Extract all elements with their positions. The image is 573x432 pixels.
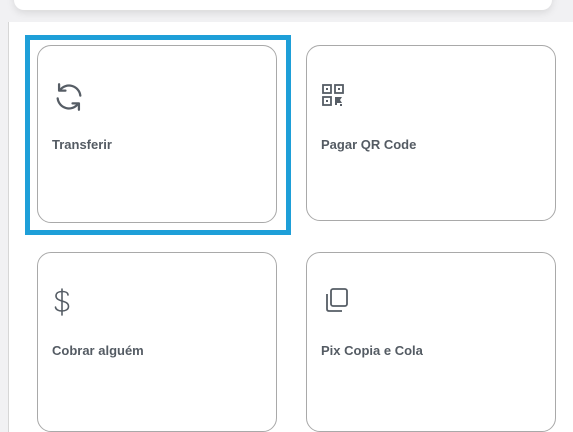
copy-icon xyxy=(326,288,348,312)
pagar-qr-code-tile[interactable]: Pagar QR Code xyxy=(306,45,556,221)
pagar-qr-code-label: Pagar QR Code xyxy=(321,137,417,152)
transferir-tile[interactable]: Transferir xyxy=(37,45,277,223)
qr-code-icon xyxy=(322,84,344,106)
transferir-label: Transferir xyxy=(52,137,112,152)
top-card-edge xyxy=(14,0,552,10)
dollar-sign-icon xyxy=(54,288,70,316)
cobrar-alguem-tile[interactable]: Cobrar alguém xyxy=(37,252,277,432)
pix-copia-e-cola-label: Pix Copia e Cola xyxy=(321,343,423,358)
pix-copia-e-cola-tile[interactable]: Pix Copia e Cola xyxy=(306,252,556,432)
cobrar-alguem-label: Cobrar alguém xyxy=(52,343,144,358)
refresh-arrows-icon xyxy=(56,83,82,111)
